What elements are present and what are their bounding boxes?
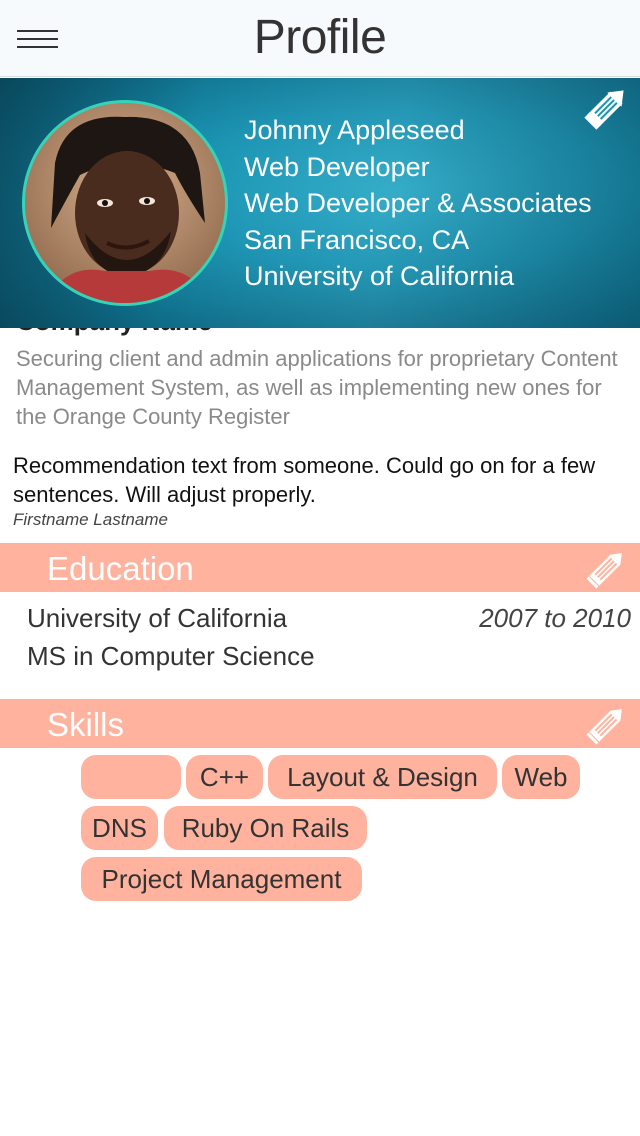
skills-header: Skills [0,699,640,748]
recommendation-text: Recommendation text from someone. Could … [13,453,596,507]
education-header: Education [0,543,640,592]
skills-title: Skills [47,706,125,743]
page-title: Profile [253,11,387,64]
profile-school: University of California [244,261,515,291]
job-description: Securing client and admin applications f… [16,346,618,429]
avatar[interactable] [22,100,228,306]
skill-chip[interactable]: Project Management [81,857,362,901]
profile-header: Johnny Appleseed Web Developer Web Devel… [0,78,640,328]
navigation-bar: Profile [0,0,640,77]
profile-company: Web Developer & Associates [244,188,592,218]
education-dates: 2007 to 2010 [479,603,631,633]
education-title: Education [47,550,194,587]
skill-chip[interactable]: Ruby On Rails [164,806,367,850]
pencil-icon[interactable] [584,84,630,130]
skill-chip[interactable]: Web [502,755,580,799]
profile-location: San Francisco, CA [244,224,470,255]
pencil-icon[interactable] [584,545,630,591]
education-degree: MS in Computer Science [27,641,315,671]
skill-chip[interactable] [81,755,181,799]
skill-chip[interactable]: C++ [186,755,263,799]
profile-job-title: Web Developer [244,151,430,182]
profile-name: Johnny Appleseed [244,115,465,145]
education-school: University of California [27,603,288,633]
pencil-icon[interactable] [584,701,630,747]
profile-info: Johnny Appleseed Web Developer Web Devel… [244,112,592,295]
recommender-name: Firstname Lastname [13,510,168,529]
avatar-photo [25,103,225,303]
skill-chip[interactable]: Layout & Design [268,755,497,799]
skill-chip[interactable]: DNS [81,806,158,850]
